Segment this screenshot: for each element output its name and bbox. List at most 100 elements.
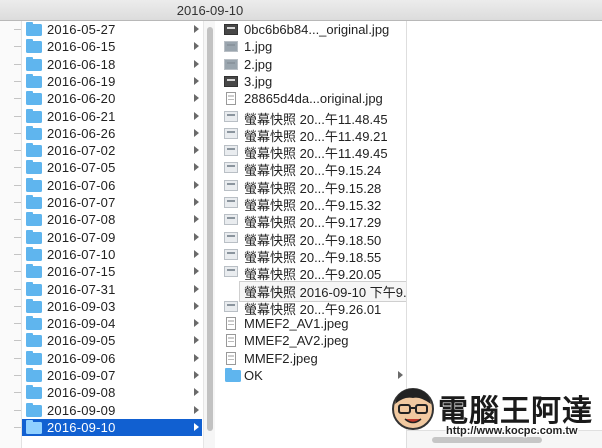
disclosure-arrow-icon [194, 422, 199, 431]
date-folder-row[interactable]: 2016-07-09 [22, 229, 202, 246]
date-folder-row[interactable]: 2016-09-08 [22, 384, 202, 401]
date-folder-row[interactable]: 2016-06-20 [22, 90, 202, 107]
date-folder-label: 2016-05-27 [47, 22, 116, 37]
column-edge-tick [14, 80, 21, 82]
date-folder-label: 2016-07-09 [47, 229, 116, 245]
date-folder-row[interactable]: 2016-09-04 [22, 315, 202, 332]
date-folder-row[interactable]: 2016-07-05 [22, 159, 202, 176]
screenshot-thumbnail-icon [224, 145, 238, 157]
date-folder-row[interactable]: 2016-09-03 [22, 298, 202, 315]
file-row[interactable]: 螢幕快照 20...午9.17.29 [216, 211, 406, 230]
disclosure-arrow-icon [194, 25, 199, 33]
folder-icon [225, 368, 241, 382]
date-folder-label: 2016-06-21 [47, 108, 116, 124]
date-folder-label: 2016-06-19 [47, 73, 116, 89]
file-row[interactable]: MMEF2.jpeg [216, 350, 406, 367]
date-folder-row[interactable]: 2016-07-02 [22, 142, 202, 159]
date-folder-row[interactable]: 2016-07-15 [22, 263, 202, 280]
scrollbar-thumb[interactable] [207, 27, 213, 431]
image-thumbnail-icon [224, 75, 238, 87]
date-folder-label: 2016-09-03 [47, 298, 116, 314]
file-row[interactable]: 3.jpg [216, 73, 406, 90]
date-folder-label: 2016-07-10 [47, 246, 116, 262]
folder-icon [26, 316, 42, 331]
dates-column-scrollbar[interactable] [203, 21, 215, 448]
folder-icon [26, 246, 42, 261]
column-edge-tick [14, 271, 21, 273]
file-row[interactable]: 螢幕快照 2016-09-10 下午9.20.13 [216, 280, 445, 302]
file-row[interactable]: 螢幕快照 20...午9.20.05 [216, 263, 406, 282]
folder-row[interactable]: OK [216, 367, 406, 384]
date-folder-row[interactable]: 2016-09-06 [22, 350, 202, 367]
column-edge-tick [14, 357, 21, 359]
disclosure-arrow-icon [194, 59, 199, 68]
date-folder-row[interactable]: 2016-06-21 [22, 108, 202, 125]
file-row[interactable]: MMEF2_AV2.jpeg [216, 332, 406, 349]
folder-icon [26, 39, 42, 54]
screenshot-thumbnail-icon [224, 231, 238, 243]
screenshot-thumbnail-icon [224, 162, 238, 174]
date-folder-row[interactable]: 2016-06-26 [22, 125, 202, 142]
column-edge-tick [14, 236, 21, 238]
screenshot-thumbnail-icon [224, 300, 238, 312]
file-row[interactable]: 螢幕快照 20...午11.49.21 [216, 125, 406, 144]
file-row[interactable]: 螢幕快照 20...午9.18.50 [216, 229, 406, 248]
file-row[interactable]: MMEF2_AV1.jpeg [216, 315, 406, 332]
folder-icon [26, 108, 42, 123]
column-edge-tick [14, 305, 21, 307]
disclosure-arrow-icon [194, 284, 199, 293]
watermark-url: http://www.kocpc.com.tw [446, 425, 578, 437]
date-folder-row[interactable]: 2016-07-07 [22, 194, 202, 211]
folder-icon [26, 298, 42, 313]
date-folder-row[interactable]: 2016-09-10 [22, 418, 202, 437]
column-edge-tick [14, 29, 21, 30]
file-row[interactable]: 螢幕快照 20...午9.15.32 [216, 194, 406, 213]
folder-icon [26, 281, 42, 296]
date-folder-row[interactable]: 2016-07-10 [22, 246, 202, 263]
file-name-label: 3.jpg [244, 73, 273, 89]
previous-column-edge[interactable] [0, 21, 22, 448]
folder-icon [26, 160, 42, 175]
file-row[interactable]: 螢幕快照 20...午9.26.01 [216, 298, 406, 317]
file-name-label: MMEF2_AV2.jpeg [244, 333, 349, 349]
date-folder-row[interactable]: 2016-06-15 [22, 38, 202, 55]
disclosure-arrow-icon [194, 232, 199, 241]
file-row[interactable]: 螢幕快照 20...午9.15.24 [216, 159, 406, 178]
folder-icon [26, 212, 42, 227]
disclosure-arrow-icon [194, 163, 199, 172]
date-folder-label: 2016-07-15 [47, 264, 116, 280]
date-folder-row[interactable]: 2016-05-27 [22, 21, 202, 38]
date-folder-row[interactable]: 2016-07-31 [22, 281, 202, 298]
disclosure-arrow-icon [194, 388, 199, 397]
column-edge-tick [14, 63, 21, 65]
date-folder-row[interactable]: 2016-07-06 [22, 177, 202, 194]
file-row[interactable]: 1.jpg [216, 38, 406, 55]
disclosure-arrow-icon [194, 371, 199, 379]
file-row[interactable]: 螢幕快照 20...午11.48.45 [216, 108, 406, 127]
date-folder-label: 2016-07-08 [47, 212, 116, 228]
date-folder-row[interactable]: 2016-06-19 [22, 73, 202, 90]
folder-icon [26, 229, 42, 244]
file-row[interactable]: 2.jpg [216, 56, 406, 73]
file-row[interactable]: 0bc6b6b84..._original.jpg [216, 21, 406, 38]
file-name-label: MMEF2_AV1.jpeg [244, 316, 349, 332]
file-name-label: 0bc6b6b84..._original.jpg [244, 22, 390, 37]
date-folder-row[interactable]: 2016-07-08 [22, 211, 202, 228]
folder-icon [26, 419, 42, 434]
folder-icon [26, 195, 42, 209]
column-edge-tick [14, 426, 21, 428]
file-row[interactable]: 螢幕快照 20...午11.49.45 [216, 142, 406, 161]
disclosure-arrow-icon [194, 42, 199, 51]
date-folder-row[interactable]: 2016-06-18 [22, 56, 202, 73]
column-edge-tick [14, 46, 21, 48]
file-row[interactable]: 螢幕快照 20...午9.18.55 [216, 246, 406, 265]
disclosure-arrow-icon [194, 76, 199, 85]
file-row[interactable]: 螢幕快照 20...午9.15.28 [216, 177, 406, 196]
disclosure-arrow-icon [194, 336, 199, 345]
file-row[interactable]: 28865d4da...original.jpg [216, 90, 406, 107]
column-edge-tick [14, 184, 21, 186]
date-folder-row[interactable]: 2016-09-09 [22, 402, 202, 419]
date-folder-row[interactable]: 2016-09-07 [22, 367, 202, 384]
date-folder-row[interactable]: 2016-09-05 [22, 332, 202, 349]
screenshot-thumbnail-icon [224, 127, 238, 139]
